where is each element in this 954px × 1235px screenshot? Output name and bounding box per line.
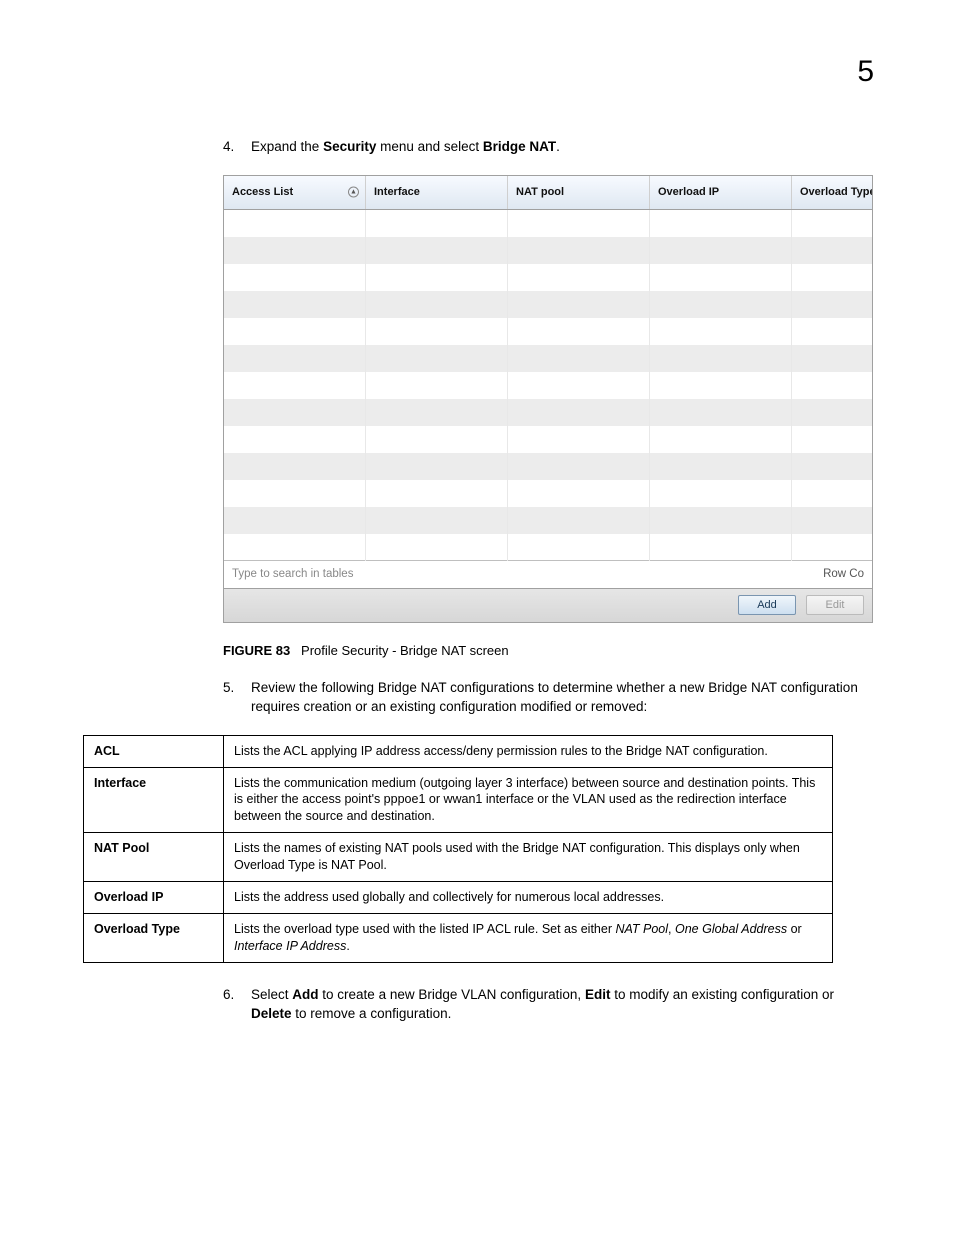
table-row[interactable] xyxy=(224,291,872,318)
text: . xyxy=(556,139,560,154)
def-term: NAT Pool xyxy=(84,833,224,882)
row-count-label: Row Co xyxy=(815,568,872,580)
step-text: Select Add to create a new Bridge VLAN c… xyxy=(251,985,873,1024)
column-header-overload-type[interactable]: Overload Type xyxy=(792,176,872,209)
text: , xyxy=(668,922,675,936)
text-italic: NAT Pool xyxy=(615,922,668,936)
text: menu and select xyxy=(376,139,483,154)
column-label: Access List xyxy=(232,186,293,198)
definition-table: ACL Lists the ACL applying IP address ac… xyxy=(83,735,833,963)
text-italic: One Global Address xyxy=(675,922,787,936)
step-number: 4. xyxy=(223,137,251,157)
add-button[interactable]: Add xyxy=(738,595,796,615)
step-text: Review the following Bridge NAT configur… xyxy=(251,678,873,717)
table-search-bar: Type to search in tables Row Co xyxy=(224,560,872,588)
step-4: 4. Expand the Security menu and select B… xyxy=(83,137,873,157)
table-header-row: Access List ▲ Interface NAT pool Overloa… xyxy=(224,176,872,210)
table-body xyxy=(224,210,872,560)
def-term: Overload Type xyxy=(84,913,224,962)
column-label: NAT pool xyxy=(516,186,564,198)
table-row[interactable] xyxy=(224,237,872,264)
figure-label: FIGURE 83 xyxy=(223,643,290,658)
column-header-overload-ip[interactable]: Overload IP xyxy=(650,176,792,209)
text: Expand the xyxy=(251,139,323,154)
text: to modify an existing configuration or xyxy=(610,987,834,1002)
table-row[interactable] xyxy=(224,453,872,480)
def-desc: Lists the overload type used with the li… xyxy=(224,913,833,962)
text: Lists the overload type used with the li… xyxy=(234,922,615,936)
search-input[interactable]: Type to search in tables xyxy=(224,568,815,580)
column-label: Overload Type xyxy=(800,186,872,198)
table-row[interactable] xyxy=(224,345,872,372)
def-row: Interface Lists the communication medium… xyxy=(84,767,833,833)
text-bold: Delete xyxy=(251,1006,292,1021)
table-footer: Add Edit xyxy=(224,588,872,622)
column-header-access-list[interactable]: Access List ▲ xyxy=(224,176,366,209)
step-number: 6. xyxy=(223,985,251,1024)
def-term: Overload IP xyxy=(84,881,224,913)
sort-icon[interactable]: ▲ xyxy=(348,187,359,198)
figure-caption: FIGURE 83 Profile Security - Bridge NAT … xyxy=(83,643,873,658)
step-5: 5. Review the following Bridge NAT confi… xyxy=(83,678,873,717)
def-term: ACL xyxy=(84,735,224,767)
table-row[interactable] xyxy=(224,534,872,561)
column-label: Overload IP xyxy=(658,186,719,198)
page-number: 5 xyxy=(857,55,874,89)
figure-text: Profile Security - Bridge NAT screen xyxy=(301,643,509,658)
def-desc: Lists the ACL applying IP address access… xyxy=(224,735,833,767)
table-row[interactable] xyxy=(224,426,872,453)
table-row[interactable] xyxy=(224,318,872,345)
def-desc: Lists the address used globally and coll… xyxy=(224,881,833,913)
table-row[interactable] xyxy=(224,399,872,426)
text-bold: Bridge NAT xyxy=(483,139,556,154)
text-bold: Security xyxy=(323,139,376,154)
def-row: Overload Type Lists the overload type us… xyxy=(84,913,833,962)
column-label: Interface xyxy=(374,186,420,198)
table-row[interactable] xyxy=(224,372,872,399)
step-6: 6. Select Add to create a new Bridge VLA… xyxy=(83,985,873,1024)
step-text: Expand the Security menu and select Brid… xyxy=(251,137,873,157)
def-desc: Lists the communication medium (outgoing… xyxy=(224,767,833,833)
table-row[interactable] xyxy=(224,264,872,291)
bridge-nat-screenshot: Access List ▲ Interface NAT pool Overloa… xyxy=(223,175,873,623)
def-row: NAT Pool Lists the names of existing NAT… xyxy=(84,833,833,882)
text-italic: Interface IP Address xyxy=(234,939,346,953)
edit-button[interactable]: Edit xyxy=(806,595,864,615)
text-bold: Add xyxy=(292,987,318,1002)
def-row: Overload IP Lists the address used globa… xyxy=(84,881,833,913)
text: or xyxy=(787,922,802,936)
table-row[interactable] xyxy=(224,507,872,534)
table-row[interactable] xyxy=(224,210,872,237)
text-bold: Edit xyxy=(585,987,611,1002)
table-row[interactable] xyxy=(224,480,872,507)
def-row: ACL Lists the ACL applying IP address ac… xyxy=(84,735,833,767)
def-desc: Lists the names of existing NAT pools us… xyxy=(224,833,833,882)
text: Select xyxy=(251,987,292,1002)
column-header-interface[interactable]: Interface xyxy=(366,176,508,209)
step-number: 5. xyxy=(223,678,251,717)
text: . xyxy=(346,939,349,953)
def-term: Interface xyxy=(84,767,224,833)
text: to create a new Bridge VLAN configuratio… xyxy=(319,987,585,1002)
text: to remove a configuration. xyxy=(292,1006,452,1021)
page-content: 4. Expand the Security menu and select B… xyxy=(83,137,873,1042)
column-header-nat-pool[interactable]: NAT pool xyxy=(508,176,650,209)
